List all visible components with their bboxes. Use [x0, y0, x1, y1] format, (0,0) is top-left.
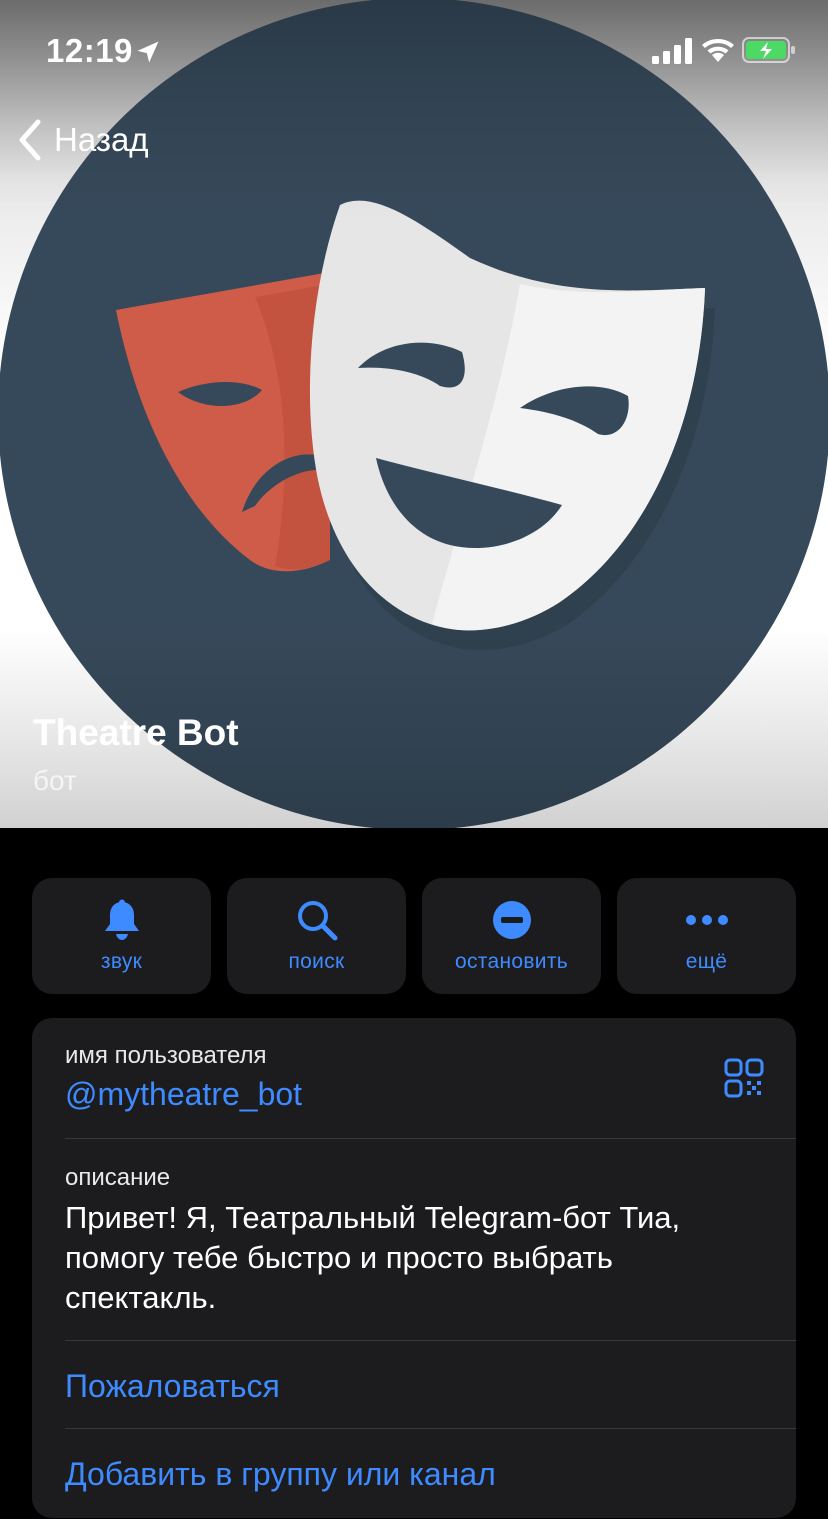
- more-label: ещё: [685, 950, 728, 973]
- status-time: 12:19: [46, 32, 133, 69]
- status-bar: 12:19: [0, 0, 828, 100]
- report-row[interactable]: Пожаловаться: [65, 1368, 796, 1405]
- info-card: имя пользователя @mytheatre_bot описание…: [32, 1018, 796, 1518]
- more-button[interactable]: ещё: [617, 878, 796, 994]
- back-button[interactable]: Назад: [16, 114, 149, 166]
- report-link[interactable]: Пожаловаться: [65, 1368, 796, 1405]
- search-button[interactable]: поиск: [227, 878, 406, 994]
- qr-code-icon[interactable]: [724, 1058, 764, 1098]
- stop-icon: [492, 901, 531, 939]
- wifi-icon: [702, 39, 734, 62]
- username-row[interactable]: имя пользователя @mytheatre_bot: [65, 1042, 796, 1113]
- profile-hero: 12:19 Назад Theatre Bot бот: [0, 0, 828, 828]
- add-to-group-row[interactable]: Добавить в группу или канал: [65, 1456, 796, 1493]
- search-label: поиск: [288, 950, 345, 973]
- description-text: Привет! Я, Театральный Telegram-бот Тиа,…: [65, 1200, 681, 1315]
- stop-button[interactable]: остановить: [422, 878, 601, 994]
- stop-label: остановить: [455, 950, 568, 973]
- cellular-signal-icon: [652, 38, 692, 64]
- profile-name: Theatre Bot: [33, 712, 239, 753]
- location-arrow-icon: [137, 41, 159, 63]
- more-dots-icon: [685, 915, 728, 925]
- profile-subtitle: бот: [33, 765, 77, 796]
- chevron-left-icon: [19, 119, 41, 161]
- description-row: описание Привет! Я, Театральный Telegram…: [65, 1164, 756, 1318]
- username-link[interactable]: @mytheatre_bot: [65, 1076, 796, 1113]
- bell-icon: [104, 899, 139, 940]
- sound-label: звук: [100, 950, 143, 973]
- profile-actions: звук поиск остановить ещё: [32, 878, 796, 994]
- divider: [65, 1428, 796, 1429]
- search-icon: [297, 901, 337, 941]
- add-to-group-link[interactable]: Добавить в группу или канал: [65, 1456, 796, 1493]
- sound-button[interactable]: звук: [32, 878, 211, 994]
- bot-profile-screen: 12:19 Назад Theatre Bot бот звук поиск о…: [0, 0, 828, 1519]
- battery-charging-icon: [742, 37, 795, 63]
- description-caption: описание: [65, 1164, 171, 1191]
- divider: [65, 1340, 796, 1341]
- back-label: Назад: [54, 121, 149, 158]
- username-caption: имя пользователя: [65, 1042, 267, 1069]
- divider: [65, 1138, 796, 1139]
